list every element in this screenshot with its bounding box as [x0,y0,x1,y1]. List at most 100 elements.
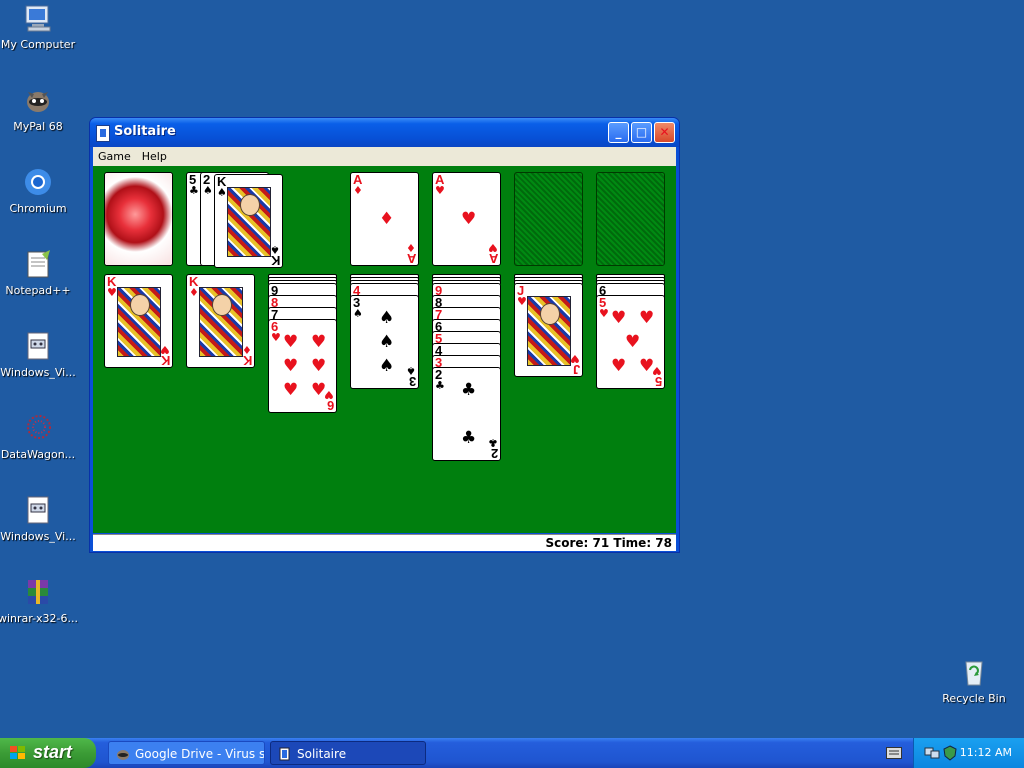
desktop-icon-notepadpp[interactable]: Notepad++ [0,248,80,297]
desktop-icon-winrar[interactable]: winrar-x32-6... [0,576,80,625]
score-time-readout: Score: 71 Time: 78 [545,536,672,550]
card-suit-icon: ♦ [353,184,363,197]
foundation-slot-4[interactable] [596,172,665,266]
windows-flag-icon [10,746,26,761]
card-pip-icon: ♣ [461,428,477,448]
close-button[interactable]: ✕ [654,122,675,143]
chromium-icon [25,169,51,195]
court-card-art [527,296,571,366]
windows-vi-2-icon [27,496,49,524]
winrar-icon [28,580,48,604]
window-titlebar[interactable]: Solitaire _ □ ✕ [90,118,679,147]
desktop-icon-label: Windows_Vi... [0,530,76,543]
playing-card[interactable]: 2 ♣ 2 ♣ ♣ ♣ [432,367,501,461]
card-suit-icon: ♥ [160,343,170,356]
desktop-icon-my-computer[interactable]: My Computer [0,2,80,51]
taskbar-item-google-drive[interactable]: Google Drive - Virus s... [108,741,265,765]
my-computer-icon [25,5,51,32]
desktop-icon-label: DataWagon... [0,448,76,461]
card-suit-icon: ♥ [570,352,580,365]
desktop-icon-label: My Computer [0,38,76,51]
court-card-art [227,187,271,257]
datawagon-icon [27,415,51,439]
card-back [105,173,172,265]
mypal-icon [117,750,129,760]
desktop-icon-recycle-bin[interactable]: Recycle Bin [932,656,1016,705]
card-suit-icon: ♠ [406,364,416,377]
card-suit-icon: ♠ [217,186,227,199]
menu-help[interactable]: Help [137,147,173,163]
playing-card[interactable]: A ♦ A ♦ ♦ [350,172,419,266]
card-suit-icon: ♥ [599,307,609,320]
solitaire-app-icon [96,125,110,142]
card-suit-icon: ♦ [406,241,416,254]
court-card-art [199,287,243,357]
card-suit-icon: ♣ [189,184,199,197]
desktop-icon-chromium[interactable]: Chromium [0,166,80,215]
card-suit-icon: ♥ [271,331,281,344]
card-suit-icon: ♥ [107,286,117,299]
card-pip-icon: ♠ [379,332,395,352]
keyboard-icon[interactable] [886,747,902,759]
card-pip-icon: ♥ [625,332,641,352]
solitaire-app-icon [279,747,290,761]
window-title: Solitaire [114,124,176,139]
playing-card[interactable]: J ♥ J ♥ [514,283,583,377]
stock-pile[interactable] [104,172,173,266]
notepadpp-icon [27,250,50,278]
card-pip-icon: ♥ [283,356,299,376]
maximize-button[interactable]: □ [631,122,652,143]
card-pip-icon: ♥ [283,332,299,352]
recycle-bin-icon [965,661,983,686]
security-icon[interactable] [942,745,958,761]
card-pip-icon: ♣ [461,380,477,400]
playing-card[interactable]: 3 ♠ 3 ♠ ♠ ♠ ♠ [350,295,419,389]
playing-card[interactable]: K ♥ K ♥ [104,274,173,368]
card-pip-icon: ♠ [379,308,395,328]
taskbar-item-label: Solitaire [297,747,347,761]
menu-game[interactable]: Game [93,147,137,163]
clock: 11:12 AM [959,746,1012,759]
desktop-icon-label: Windows_Vi... [0,366,76,379]
game-board: 5♣2♠K♠K♠A♦A♦♦A♥A♥♥K♥K♥K♦K♦9♠8♥7♠6♥6♥♥♥♥♥… [93,166,676,533]
taskbar-item-solitaire[interactable]: Solitaire [270,741,426,765]
card-pip-icon: ♥ [283,380,299,400]
taskbar: start Google Drive - Virus s... Solitair… [0,738,1024,768]
desktop-icon-label: Notepad++ [5,284,71,297]
network-icon[interactable] [924,745,940,761]
card-pip-icon: ♠ [379,356,395,376]
taskbar-item-label: Google Drive - Virus s... [135,747,265,761]
minimize-button[interactable]: _ [608,122,629,143]
card-suit-icon: ♠ [353,307,363,320]
desktop-icon-datawagon[interactable]: DataWagon... [0,412,80,461]
desktop-icon-label: Recycle Bin [942,692,1006,705]
desktop-icon-windows-vi[interactable]: Windows_Vi... [0,330,80,379]
menu-bar: Game Help [93,147,676,166]
desktop-icon-label: Chromium [9,202,67,215]
desktop-icon-windows-vi-2[interactable]: Windows_Vi... [0,494,80,543]
start-button[interactable]: start [0,738,96,768]
card-suit-icon: ♥ [435,184,445,197]
playing-card[interactable]: 6 ♥ 6 ♥ ♥ ♥ ♥ ♥ ♥ ♥ [268,319,337,413]
desktop-icon-mypal[interactable]: MyPal 68 [0,84,80,133]
system-tray: 11:12 AM [913,738,1024,768]
start-label: start [33,742,73,762]
card-pip-icon: ♦ [379,209,395,229]
playing-card[interactable]: K ♦ K ♦ [186,274,255,368]
card-suit-icon: ♣ [488,436,498,449]
foundation-slot-3[interactable] [514,172,583,266]
windows-vi-icon [27,332,49,360]
playing-card[interactable]: 5 ♥ 5 ♥ ♥ ♥ ♥ ♥ ♥ [596,295,665,389]
card-pip-icon: ♥ [639,356,655,376]
playing-card[interactable]: A ♥ A ♥ ♥ [432,172,501,266]
card-suit-icon: ♣ [435,379,445,392]
card-pip-icon: ♥ [461,209,477,229]
card-pip-icon: ♥ [311,356,327,376]
status-bar: Score: 71 Time: 78 [93,534,676,551]
card-pip-icon: ♥ [639,308,655,328]
card-suit-icon: ♥ [517,295,527,308]
playing-card[interactable]: K ♠ K ♠ [214,174,283,268]
card-suit-icon: ♠ [270,243,280,256]
desktop-icon-label: winrar-x32-6... [0,612,79,625]
solitaire-window: Solitaire _ □ ✕ Game Help 5 ♣ 2 ♠ K ♠ K ♠ A ♦ A ♦ ♦ A ♥… [89,117,680,553]
